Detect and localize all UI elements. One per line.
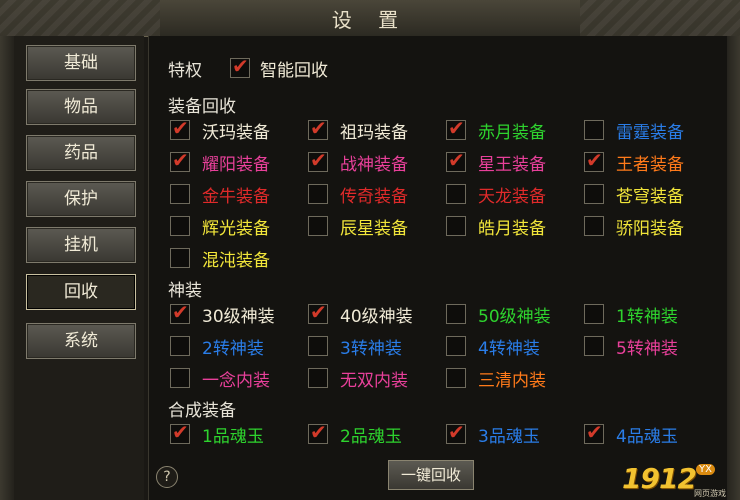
equip-checkbox[interactable] — [170, 248, 190, 268]
equip-checkbox[interactable] — [170, 148, 190, 172]
equip-option-label: 王者装备 — [616, 155, 684, 175]
god-option-label: 5转神装 — [616, 339, 678, 359]
equip-checkbox[interactable] — [308, 116, 328, 140]
god-checkbox[interactable] — [308, 368, 328, 388]
title-bar: 设 置 — [0, 0, 740, 37]
smart-recycle-checkbox[interactable] — [230, 54, 250, 78]
god-checkbox[interactable] — [308, 336, 328, 356]
smart-recycle-label: 智能回收 — [260, 61, 328, 81]
section-god-title: 神装 — [168, 281, 202, 301]
logo-sub: 网页游戏 — [694, 489, 726, 498]
equip-checkbox[interactable] — [170, 116, 190, 140]
sidebar-item-autoplay[interactable]: 挂机 — [26, 227, 136, 263]
god-option-label: 30级神装 — [202, 307, 275, 327]
equip-checkbox[interactable] — [584, 148, 604, 172]
god-checkbox[interactable] — [446, 368, 466, 388]
equip-option-label: 苍穹装备 — [616, 187, 684, 207]
compose-checkbox[interactable] — [584, 420, 604, 444]
equip-option-label: 战神装备 — [340, 155, 408, 175]
logo-number: 1912 — [622, 462, 697, 495]
sidebar-item-protect[interactable]: 保护 — [26, 181, 136, 217]
equip-option-label: 辰星装备 — [340, 219, 408, 239]
compose-checkbox[interactable] — [308, 420, 328, 444]
equip-checkbox[interactable] — [170, 184, 190, 204]
equip-option-label: 传奇装备 — [340, 187, 408, 207]
god-checkbox[interactable] — [170, 300, 190, 324]
privilege-label: 特权 — [168, 61, 202, 81]
frame-left — [0, 36, 14, 500]
equip-checkbox[interactable] — [446, 216, 466, 236]
window-title: 设 置 — [331, 8, 409, 32]
god-option-label: 一念内装 — [202, 371, 270, 391]
equip-checkbox[interactable] — [584, 216, 604, 236]
section-equip-title: 装备回收 — [168, 97, 236, 117]
god-checkbox[interactable] — [446, 336, 466, 356]
compose-checkbox[interactable] — [446, 420, 466, 444]
sidebar: 基础 物品 药品 保护 挂机 回收 系统 — [14, 36, 144, 500]
equip-option-label: 辉光装备 — [202, 219, 270, 239]
sidebar-item-system[interactable]: 系统 — [26, 323, 136, 359]
equip-option-label: 雷霆装备 — [616, 123, 684, 143]
equip-option-label: 祖玛装备 — [340, 123, 408, 143]
god-option-label: 50级神装 — [478, 307, 551, 327]
compose-option-label: 4品魂玉 — [616, 427, 678, 447]
god-option-label: 3转神装 — [340, 339, 402, 359]
equip-option-label: 星王装备 — [478, 155, 546, 175]
equip-checkbox[interactable] — [446, 116, 466, 140]
equip-option-label: 骄阳装备 — [616, 219, 684, 239]
site-logo: 1912 YX 网页游戏 — [622, 460, 740, 500]
equip-option-label: 混沌装备 — [202, 251, 270, 271]
help-icon[interactable]: ? — [156, 466, 178, 488]
sidebar-item-potions[interactable]: 药品 — [26, 135, 136, 171]
sidebar-item-items[interactable]: 物品 — [26, 89, 136, 125]
compose-option-label: 3品魂玉 — [478, 427, 540, 447]
equip-checkbox[interactable] — [308, 216, 328, 236]
god-checkbox[interactable] — [584, 336, 604, 356]
frame-right — [726, 36, 740, 500]
one-key-recycle-button[interactable]: 一键回收 — [388, 460, 474, 490]
equip-checkbox[interactable] — [308, 184, 328, 204]
sidebar-item-basic[interactable]: 基础 — [26, 45, 136, 81]
equip-option-label: 金牛装备 — [202, 187, 270, 207]
equip-option-label: 耀阳装备 — [202, 155, 270, 175]
logo-badge: YX — [696, 464, 715, 475]
god-checkbox[interactable] — [446, 304, 466, 324]
section-compose-title: 合成装备 — [168, 401, 236, 421]
equip-option-label: 天龙装备 — [478, 187, 546, 207]
god-option-label: 2转神装 — [202, 339, 264, 359]
equip-checkbox[interactable] — [308, 148, 328, 172]
equip-option-label: 赤月装备 — [478, 123, 546, 143]
equip-checkbox[interactable] — [584, 184, 604, 204]
compose-option-label: 1品魂玉 — [202, 427, 264, 447]
god-checkbox[interactable] — [308, 300, 328, 324]
equip-checkbox[interactable] — [170, 216, 190, 236]
god-option-label: 40级神装 — [340, 307, 413, 327]
compose-option-label: 2品魂玉 — [340, 427, 402, 447]
god-checkbox[interactable] — [170, 336, 190, 356]
god-option-label: 4转神装 — [478, 339, 540, 359]
equip-option-label: 沃玛装备 — [202, 123, 270, 143]
equip-checkbox[interactable] — [446, 184, 466, 204]
god-checkbox[interactable] — [170, 368, 190, 388]
equip-checkbox[interactable] — [584, 120, 604, 140]
god-option-label: 三清内装 — [478, 371, 546, 391]
equip-option-label: 皓月装备 — [478, 219, 546, 239]
god-checkbox[interactable] — [584, 304, 604, 324]
compose-checkbox[interactable] — [170, 420, 190, 444]
god-option-label: 1转神装 — [616, 307, 678, 327]
equip-checkbox[interactable] — [446, 148, 466, 172]
sidebar-item-recycle[interactable]: 回收 — [26, 274, 136, 310]
god-option-label: 无双内装 — [340, 371, 408, 391]
